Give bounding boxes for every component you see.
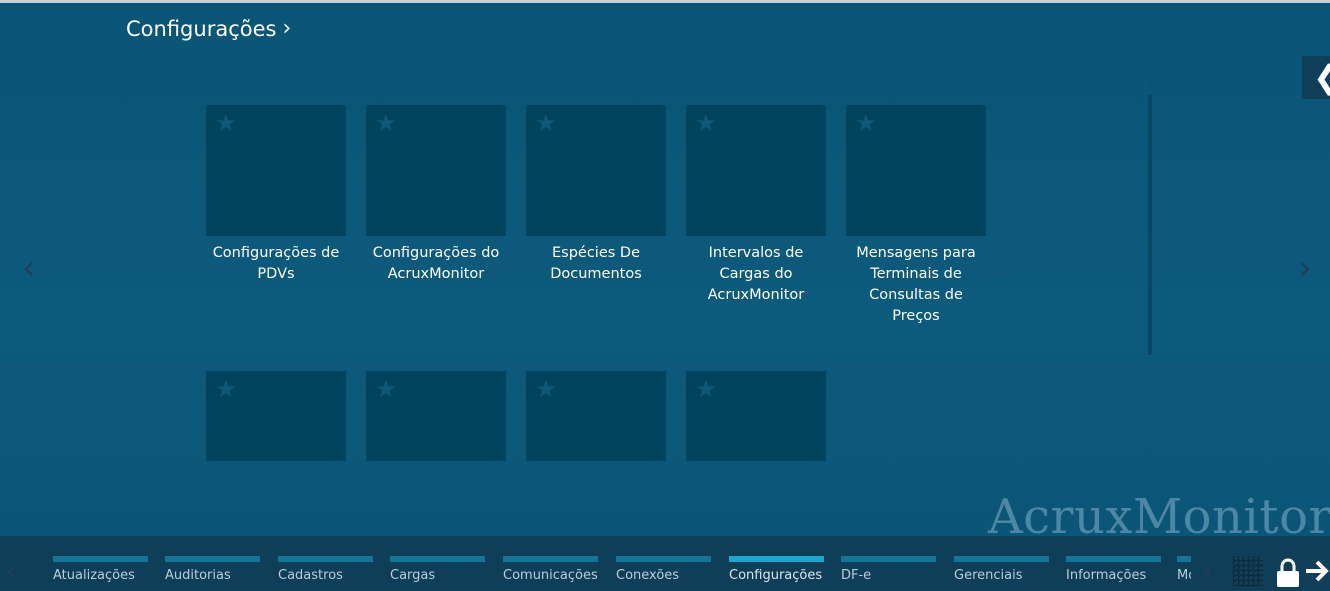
tile-item[interactable]: ★ bbox=[686, 371, 826, 461]
tab-indicator bbox=[390, 556, 485, 562]
tab-informacoes[interactable]: Informações bbox=[1066, 556, 1161, 583]
chevron-right-icon: › bbox=[282, 16, 292, 41]
tile-label: Configurações do AcruxMonitor bbox=[372, 245, 500, 282]
tab-label: DF-e bbox=[841, 568, 872, 583]
tab-cargas[interactable]: Cargas bbox=[390, 556, 485, 583]
tile-configuracoes-pdvs[interactable]: ★ Configurações de PDVs bbox=[206, 105, 346, 285]
tab-indicator bbox=[841, 556, 936, 562]
scroll-right-button[interactable]: › bbox=[1298, 251, 1312, 285]
tab-atualizacoes[interactable]: Atualizações bbox=[53, 556, 148, 583]
scrollbar-cap bbox=[1149, 85, 1151, 87]
tile-box[interactable]: ★ bbox=[366, 105, 506, 236]
tab-indicator bbox=[954, 556, 1049, 562]
page-title[interactable]: Configurações › bbox=[126, 17, 291, 41]
star-icon[interactable]: ★ bbox=[215, 111, 237, 135]
tab-indicator bbox=[729, 556, 824, 562]
tile-box[interactable]: ★ bbox=[206, 105, 346, 236]
tab-indicator bbox=[616, 556, 711, 562]
tile-box[interactable]: ★ bbox=[526, 105, 666, 236]
scroll-left-button[interactable]: ‹ bbox=[22, 251, 36, 285]
vertical-scrollbar[interactable] bbox=[1148, 95, 1152, 355]
tile-box[interactable]: ★ bbox=[526, 371, 666, 461]
tab-indicator bbox=[503, 556, 598, 562]
tab-conexoes[interactable]: Conexões bbox=[616, 556, 711, 583]
scrollbar-cap bbox=[1149, 455, 1151, 457]
grid-icon[interactable] bbox=[1233, 556, 1263, 586]
tab-cadastros[interactable]: Cadastros bbox=[278, 556, 373, 583]
tile-item[interactable]: ★ bbox=[366, 371, 506, 461]
tile-box[interactable]: ★ bbox=[686, 371, 826, 461]
exit-icon[interactable] bbox=[1304, 558, 1330, 584]
page-title-text: Configurações bbox=[126, 17, 277, 41]
tab-label: Auditorias bbox=[165, 568, 231, 583]
tab-auditorias[interactable]: Auditorias bbox=[165, 556, 260, 583]
chevron-left-icon: ❮ bbox=[1313, 61, 1330, 93]
tab-label: Atualizações bbox=[53, 568, 135, 583]
tab-configuracoes[interactable]: Configurações bbox=[729, 556, 824, 583]
main-panel: Configurações › ‹ › ❮ ★ Configurações de… bbox=[0, 3, 1330, 545]
star-icon[interactable]: ★ bbox=[375, 111, 397, 135]
tab-more[interactable]: Mo bbox=[1177, 556, 1191, 583]
star-icon[interactable]: ★ bbox=[855, 111, 877, 135]
tile-label: Configurações de PDVs bbox=[212, 245, 340, 282]
tile-box[interactable]: ★ bbox=[206, 371, 346, 461]
tile-especies-documentos[interactable]: ★ Espécies De Documentos bbox=[526, 105, 666, 285]
lock-icon[interactable] bbox=[1276, 558, 1300, 588]
tile-box[interactable]: ★ bbox=[366, 371, 506, 461]
tab-indicator bbox=[1066, 556, 1161, 562]
tab-dfe[interactable]: DF-e bbox=[841, 556, 936, 583]
tile-intervalos-cargas[interactable]: ★ Intervalos de Cargas do AcruxMonitor bbox=[686, 105, 826, 306]
bottom-nav-bar: ‹ Atualizações Auditorias Cadastros Carg… bbox=[0, 536, 1330, 591]
tab-indicator bbox=[1177, 556, 1191, 562]
tab-label: Gerenciais bbox=[954, 568, 1023, 583]
nav-scroll-left-button[interactable]: ‹ bbox=[5, 554, 18, 586]
tab-indicator bbox=[53, 556, 148, 562]
star-icon[interactable]: ★ bbox=[535, 377, 557, 401]
tab-label: Mo bbox=[1177, 568, 1191, 583]
tile-mensagens-terminais[interactable]: ★ Mensagens para Terminais de Consultas … bbox=[846, 105, 986, 327]
tile-item[interactable]: ★ bbox=[206, 371, 346, 461]
tab-label: Conexões bbox=[616, 568, 680, 583]
star-icon[interactable]: ★ bbox=[375, 377, 397, 401]
star-icon[interactable]: ★ bbox=[535, 111, 557, 135]
tile-box[interactable]: ★ bbox=[846, 105, 986, 236]
back-button[interactable]: ❮ bbox=[1302, 56, 1330, 99]
star-icon[interactable]: ★ bbox=[215, 377, 237, 401]
tab-indicator bbox=[165, 556, 260, 562]
tab-gerenciais[interactable]: Gerenciais bbox=[954, 556, 1049, 583]
tab-label: Informações bbox=[1066, 568, 1147, 583]
nav-scroll-right-button[interactable]: › bbox=[1200, 554, 1213, 586]
tab-label: Comunicações bbox=[503, 568, 598, 583]
tab-indicator bbox=[278, 556, 373, 562]
tab-label: Configurações bbox=[729, 568, 823, 583]
tile-label: Intervalos de Cargas do AcruxMonitor bbox=[707, 245, 805, 303]
tab-label: Cadastros bbox=[278, 568, 343, 583]
tab-label: Cargas bbox=[390, 568, 436, 583]
tile-label: Espécies De Documentos bbox=[550, 245, 642, 282]
tab-comunicacoes[interactable]: Comunicações bbox=[503, 556, 598, 583]
tile-configuracoes-acruxmonitor[interactable]: ★ Configurações do AcruxMonitor bbox=[366, 105, 506, 285]
star-icon[interactable]: ★ bbox=[695, 377, 717, 401]
tile-item[interactable]: ★ bbox=[526, 371, 666, 461]
tile-box[interactable]: ★ bbox=[686, 105, 826, 236]
star-icon[interactable]: ★ bbox=[695, 111, 717, 135]
tile-label: Mensagens para Terminais de Consultas de… bbox=[856, 245, 976, 324]
